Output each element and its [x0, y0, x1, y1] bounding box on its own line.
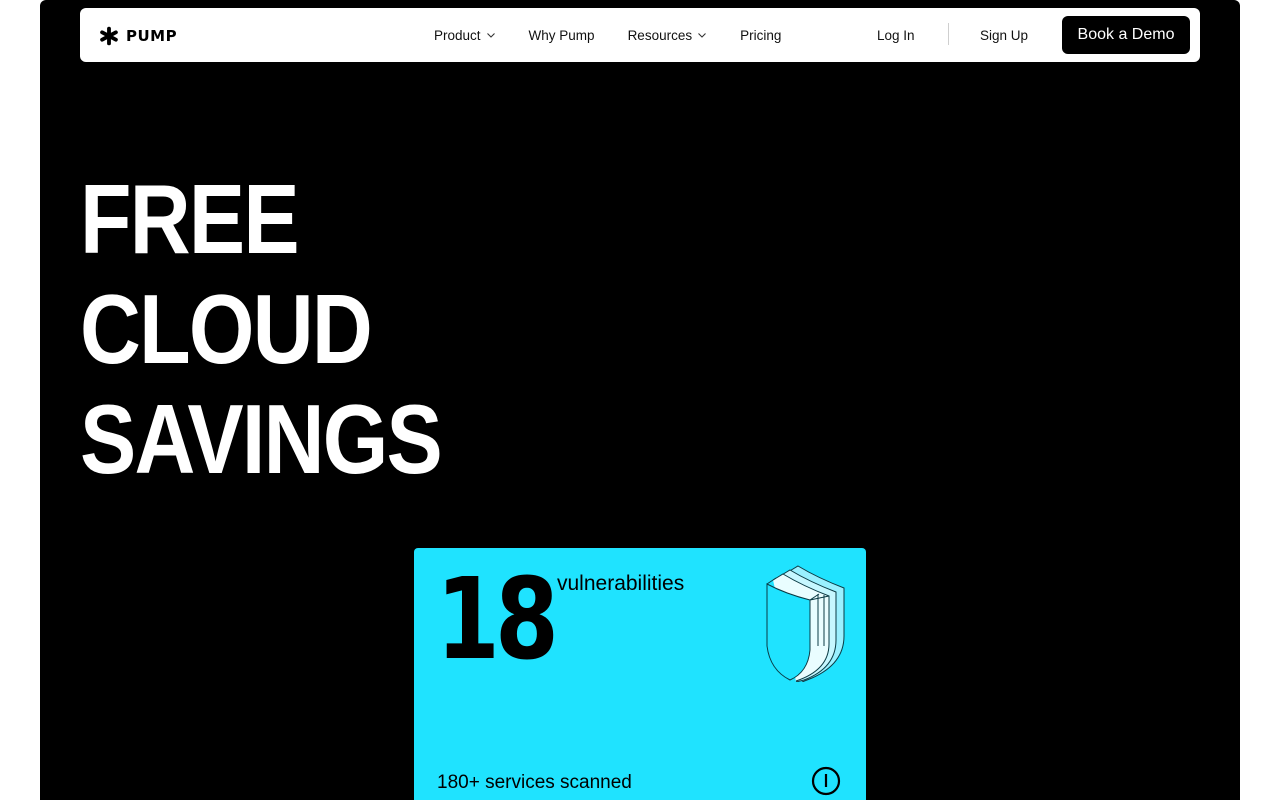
nav-resources[interactable]: Resources — [628, 28, 708, 43]
logo[interactable]: PUMP — [98, 25, 177, 47]
hero-heading: FREE CLOUD SAVINGS — [80, 164, 443, 494]
nav-product[interactable]: Product — [434, 28, 496, 43]
shield-icon — [766, 565, 845, 682]
services-scanned-text: 180+ services scanned — [437, 772, 632, 793]
nav-pricing[interactable]: Pricing — [740, 28, 781, 43]
chevron-down-icon — [486, 33, 495, 38]
page-frame: PUMP Product Why Pump Resources Pricing … — [40, 0, 1240, 800]
pump-logo-icon — [100, 26, 118, 46]
hero-line: CLOUD — [80, 274, 373, 384]
navbar: PUMP Product Why Pump Resources Pricing … — [80, 8, 1200, 62]
nav-resources-label: Resources — [627, 27, 693, 43]
nav-pricing-label: Pricing — [740, 27, 782, 43]
book-demo-button[interactable]: Book a Demo — [1062, 16, 1190, 54]
nav-product-label: Product — [434, 27, 481, 43]
nav-why-pump[interactable]: Why Pump — [529, 28, 595, 43]
chevron-down-icon — [698, 33, 706, 38]
nav-why-pump-label: Why Pump — [528, 27, 595, 43]
vulnerability-label: vulnerabilities — [557, 572, 685, 595]
hero-line: FREE — [80, 164, 300, 274]
hero-line: SAVINGS — [80, 384, 443, 494]
info-icon[interactable] — [811, 766, 841, 796]
logo-text: PUMP — [126, 27, 178, 45]
nav-links: Product Why Pump Resources Pricing — [434, 8, 781, 62]
login-link[interactable]: Log In — [877, 8, 915, 62]
vulnerabilities-card: 18 vulnerabilities 180+ services scanned — [414, 548, 866, 800]
signup-link[interactable]: Sign Up — [980, 8, 1028, 62]
vulnerability-count: 18 — [436, 555, 559, 685]
nav-divider — [948, 23, 949, 45]
